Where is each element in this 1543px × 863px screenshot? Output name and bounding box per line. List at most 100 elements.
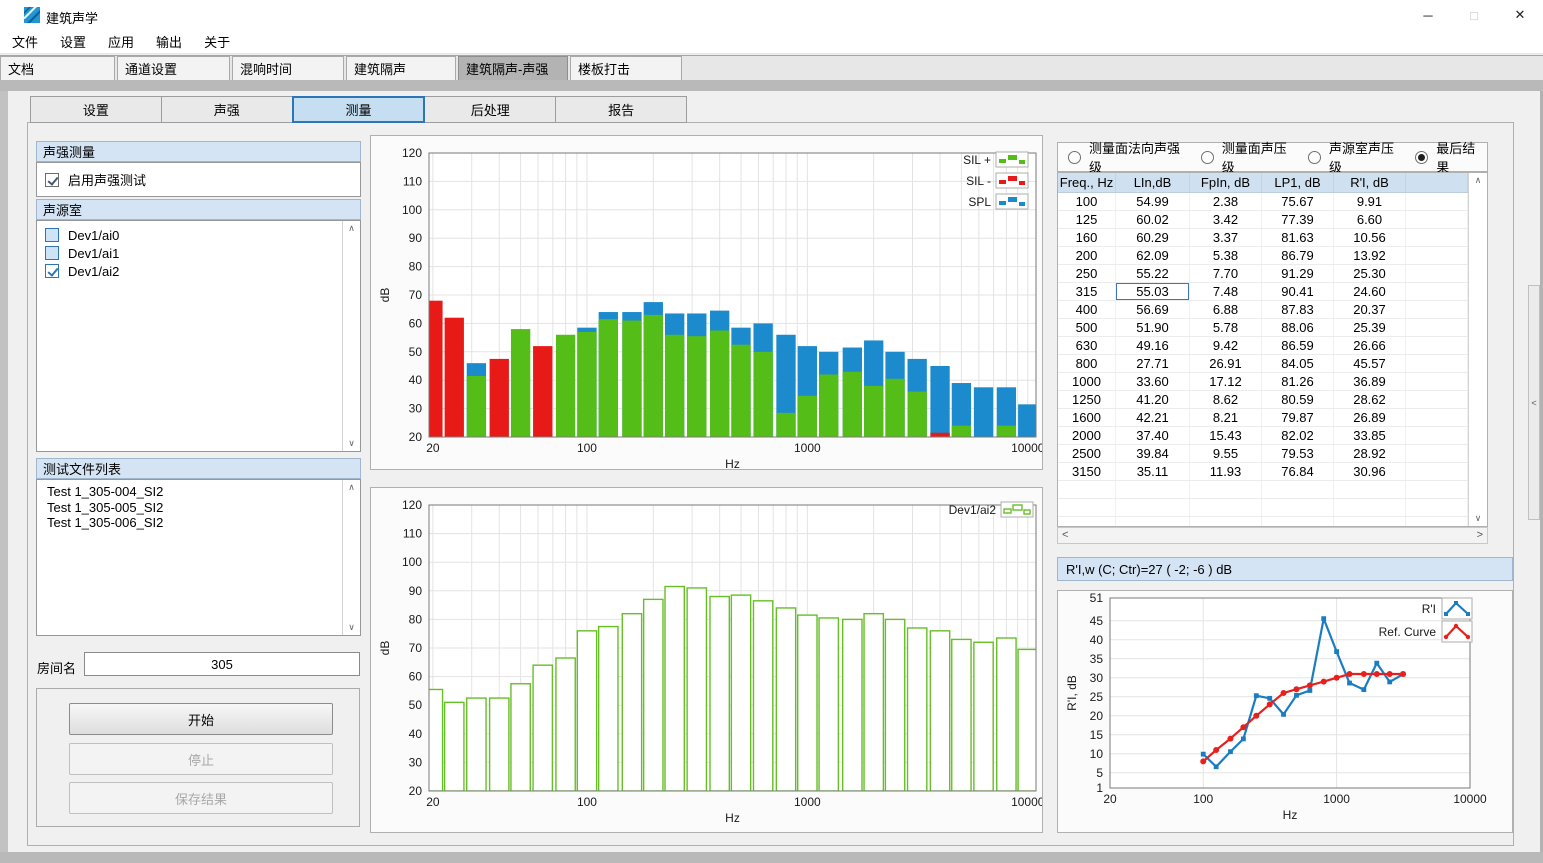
scroll-down-icon[interactable]: ∨	[343, 438, 360, 449]
channel-checkbox[interactable]	[45, 228, 59, 242]
table-cell[interactable]: 125	[1058, 211, 1116, 228]
table-cell[interactable]: 86.59	[1262, 337, 1334, 354]
table-cell[interactable]	[1406, 247, 1468, 264]
table-cell[interactable]	[1406, 193, 1468, 210]
table-cell[interactable]: 2000	[1058, 427, 1116, 444]
table-cell[interactable]: 88.06	[1262, 319, 1334, 336]
table-row[interactable]: 40056.696.8887.8320.37	[1058, 301, 1487, 319]
table-cell[interactable]: 3.37	[1190, 229, 1262, 246]
table-cell[interactable]: 60.29	[1116, 229, 1190, 246]
table-cell[interactable]: 5.78	[1190, 319, 1262, 336]
table-cell[interactable]: 9.55	[1190, 445, 1262, 462]
table-cell[interactable]	[1406, 355, 1468, 372]
table-cell[interactable]: 41.20	[1116, 391, 1190, 408]
channel-list-scrollbar[interactable]: ∧∨	[342, 221, 360, 451]
table-cell[interactable]: 81.26	[1262, 373, 1334, 390]
scroll-down-icon[interactable]: ∨	[1469, 513, 1487, 524]
table-row[interactable]: 315035.1111.9376.8430.96	[1058, 463, 1487, 481]
table-cell[interactable]: 20.37	[1334, 301, 1406, 318]
table-cell[interactable]: 28.62	[1334, 391, 1406, 408]
table-cell[interactable]: 500	[1058, 319, 1116, 336]
table-row[interactable]: 16060.293.3781.6310.56	[1058, 229, 1487, 247]
result-view-option-3[interactable]: 最后结果	[1415, 138, 1487, 176]
scroll-up-icon[interactable]: ∧	[1469, 175, 1487, 186]
table-cell[interactable]: 315	[1058, 283, 1116, 300]
table-cell[interactable]: 1000	[1058, 373, 1116, 390]
sub-tab-2[interactable]: 测量	[292, 96, 426, 123]
menu-item-0[interactable]: 文件	[12, 32, 50, 51]
sub-tab-0[interactable]: 设置	[30, 96, 162, 123]
scroll-up-icon[interactable]: ∧	[343, 223, 360, 234]
table-cell[interactable]	[1406, 427, 1468, 444]
table-cell[interactable]: 6.60	[1334, 211, 1406, 228]
start-button[interactable]: 开始	[69, 703, 333, 735]
table-cell[interactable]: 30.96	[1334, 463, 1406, 480]
table-cell[interactable]: 1600	[1058, 409, 1116, 426]
table-cell[interactable]: 250	[1058, 265, 1116, 282]
table-row[interactable]: 100033.6017.1281.2636.89	[1058, 373, 1487, 391]
table-cell[interactable]: 26.91	[1190, 355, 1262, 372]
table-cell[interactable]: 82.02	[1262, 427, 1334, 444]
table-cell[interactable]: 25.30	[1334, 265, 1406, 282]
table-cell[interactable]: 6.88	[1190, 301, 1262, 318]
table-cell[interactable]: 15.43	[1190, 427, 1262, 444]
table-cell[interactable]: 51.90	[1116, 319, 1190, 336]
table-cell[interactable]: 45.57	[1334, 355, 1406, 372]
table-cell[interactable]	[1406, 211, 1468, 228]
table-cell[interactable]: 28.92	[1334, 445, 1406, 462]
table-cell[interactable]: 86.79	[1262, 247, 1334, 264]
table-cell[interactable]: 55.22	[1116, 265, 1190, 282]
result-view-option-0[interactable]: 测量面法向声强级	[1068, 138, 1191, 176]
menu-item-3[interactable]: 输出	[156, 32, 194, 51]
table-cell[interactable]: 7.70	[1190, 265, 1262, 282]
table-cell[interactable]: 400	[1058, 301, 1116, 318]
table-row[interactable]: 20062.095.3886.7913.92	[1058, 247, 1487, 265]
main-tab-3[interactable]: 建筑隔声	[346, 56, 456, 81]
result-view-option-1[interactable]: 测量面声压级	[1201, 138, 1298, 176]
scroll-left-icon[interactable]: <	[1062, 529, 1068, 541]
table-cell[interactable]: 90.41	[1262, 283, 1334, 300]
table-cell[interactable]	[1406, 445, 1468, 462]
table-cell[interactable]: 2.38	[1190, 193, 1262, 210]
table-cell[interactable]: 24.60	[1334, 283, 1406, 300]
table-cell[interactable]: 3150	[1058, 463, 1116, 480]
table-cell[interactable]: 33.85	[1334, 427, 1406, 444]
table-cell[interactable]: 160	[1058, 229, 1116, 246]
table-row[interactable]: 31555.037.4890.4124.60	[1058, 283, 1487, 301]
table-cell[interactable]: 1250	[1058, 391, 1116, 408]
table-cell[interactable]: 8.21	[1190, 409, 1262, 426]
table-row[interactable]: 25055.227.7091.2925.30	[1058, 265, 1487, 283]
table-cell[interactable]: 25.39	[1334, 319, 1406, 336]
table-cell[interactable]: 54.99	[1116, 193, 1190, 210]
table-cell[interactable]: 33.60	[1116, 373, 1190, 390]
test-file-item-0[interactable]: Test 1_305-004_SI2	[47, 484, 163, 499]
channel-item-0[interactable]: Dev1/ai0	[37, 226, 335, 244]
table-cell[interactable]: 75.67	[1262, 193, 1334, 210]
channel-checkbox[interactable]	[45, 246, 59, 260]
table-cell[interactable]	[1406, 337, 1468, 354]
table-cell[interactable]: 10.56	[1334, 229, 1406, 246]
table-row[interactable]: 125041.208.6280.5928.62	[1058, 391, 1487, 409]
table-cell[interactable]: 27.71	[1116, 355, 1190, 372]
table-cell[interactable]: 56.69	[1116, 301, 1190, 318]
close-button[interactable]: ✕	[1497, 0, 1543, 30]
table-cell[interactable]: 79.53	[1262, 445, 1334, 462]
room-name-input[interactable]	[84, 652, 360, 676]
table-cell[interactable]: 87.83	[1262, 301, 1334, 318]
table-cell[interactable]: 79.87	[1262, 409, 1334, 426]
table-cell[interactable]: 84.05	[1262, 355, 1334, 372]
results-table-hscrollbar[interactable]: < >	[1057, 527, 1488, 544]
panel-collapse-handle[interactable]: <	[1528, 285, 1540, 520]
table-cell[interactable]	[1406, 463, 1468, 480]
table-cell[interactable]: 55.03	[1116, 283, 1190, 300]
table-cell[interactable]	[1406, 265, 1468, 282]
table-cell[interactable]	[1406, 373, 1468, 390]
minimize-button[interactable]: ─	[1405, 0, 1451, 30]
table-row[interactable]: 63049.169.4286.5926.66	[1058, 337, 1487, 355]
test-file-item-2[interactable]: Test 1_305-006_SI2	[47, 515, 163, 530]
main-tab-1[interactable]: 通道设置	[117, 56, 230, 81]
table-cell[interactable]	[1406, 391, 1468, 408]
table-cell[interactable]: 91.29	[1262, 265, 1334, 282]
table-cell[interactable]: 9.91	[1334, 193, 1406, 210]
table-cell[interactable]: 77.39	[1262, 211, 1334, 228]
